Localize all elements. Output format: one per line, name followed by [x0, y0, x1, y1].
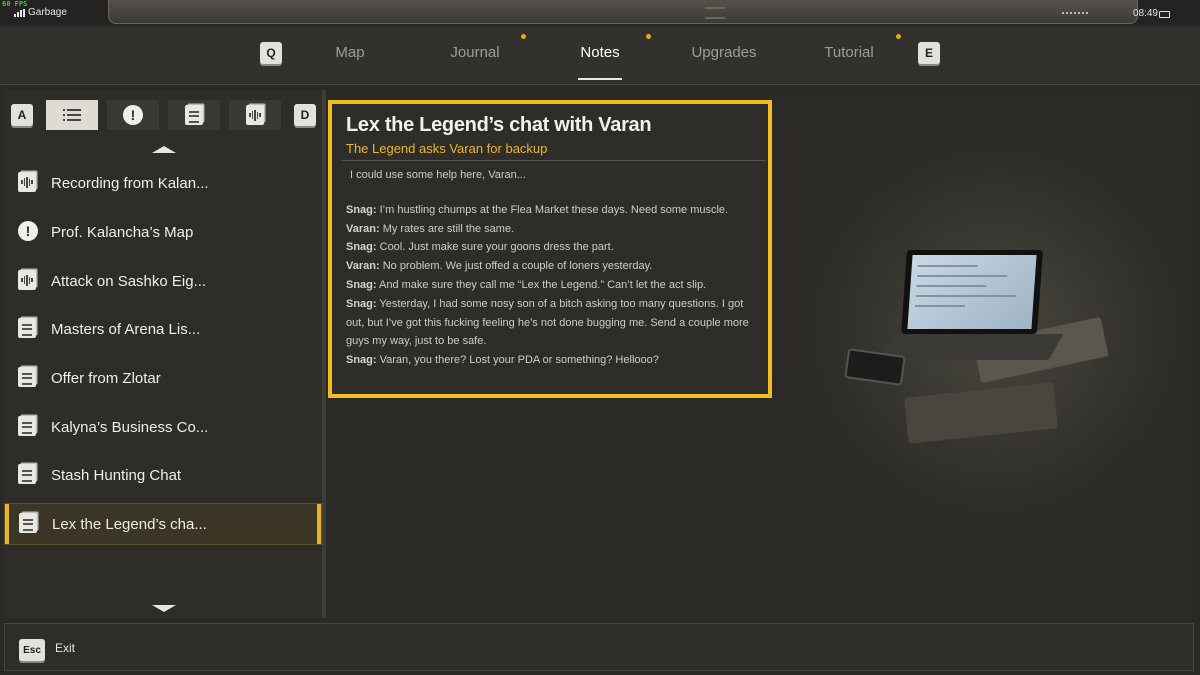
note-item-stash-hunting[interactable]: Stash Hunting Chat	[4, 455, 322, 497]
audio-note-icon	[18, 270, 36, 290]
note-icon	[19, 513, 37, 533]
notes-sidebar: A ! D Recording from Kalan... ! Prof. Ka…	[4, 90, 322, 618]
list-icon	[63, 109, 81, 121]
tutorial-notification-dot	[896, 34, 901, 39]
note-content-area: Lex the Legend’s chat with Varan The Leg…	[326, 90, 1196, 618]
esc-key[interactable]: Esc	[19, 639, 45, 661]
battery-icon	[1159, 11, 1170, 18]
note-panel: Lex the Legend’s chat with Varan The Leg…	[328, 100, 772, 398]
dialogue-line: Snag: And make sure they call me “Lex th…	[346, 276, 756, 295]
speaker-name: Snag:	[346, 354, 377, 367]
note-icon	[18, 367, 36, 387]
speaker-name: Snag:	[346, 241, 377, 254]
tab-upgrades[interactable]: Upgrades	[691, 44, 756, 61]
active-tab-indicator	[578, 78, 622, 80]
status-bar: 60 FPS Garbage 08:49	[0, 0, 1200, 26]
note-item-label: Lex the Legend’s cha...	[52, 516, 207, 533]
grip-icon	[705, 7, 725, 19]
dialogue-text: Yesterday, I had some nosy son of a bitc…	[346, 297, 749, 348]
note-icon	[18, 318, 36, 338]
note-item-label: Attack on Sashko Eig...	[51, 273, 207, 290]
note-item-label: Prof. Kalancha’s Map	[51, 224, 194, 241]
tab-notes[interactable]: Notes	[580, 44, 619, 61]
tab-tutorial[interactable]: Tutorial	[824, 44, 873, 61]
dialogue-text: No problem. We just offed a couple of lo…	[379, 260, 653, 273]
filter-audio-button[interactable]	[229, 100, 281, 130]
note-item-label: Stash Hunting Chat	[51, 467, 182, 484]
next-tab-key[interactable]: E	[918, 42, 940, 64]
signal-icon	[14, 8, 25, 17]
notes-notification-dot	[646, 34, 651, 39]
scroll-down-arrow-icon[interactable]	[152, 605, 176, 612]
illustration-laptop	[901, 250, 1043, 334]
device-bezel	[108, 0, 1138, 24]
dialogue-line: Snag: Yesterday, I had some nosy son of …	[346, 295, 756, 351]
dialogue-line: Snag: Cool. Just make sure your goons dr…	[346, 238, 756, 257]
audio-note-icon	[246, 105, 264, 125]
filter-all-button[interactable]	[46, 100, 98, 130]
dialogue-text: Varan, you there? Lost your PDA or somet…	[376, 354, 659, 367]
dialogue-line: Varan: No problem. We just offed a coupl…	[346, 257, 756, 276]
note-item-recording-kalancha[interactable]: Recording from Kalan...	[4, 163, 322, 205]
exit-button[interactable]: Exit	[55, 641, 75, 655]
note-item-masters-arena[interactable]: Masters of Arena Lis...	[4, 309, 322, 351]
note-item-label: Offer from Zlotar	[51, 370, 161, 387]
footer-bar: Esc Exit	[4, 623, 1194, 671]
carrier-info: Garbage	[14, 7, 67, 18]
note-item-offer-zlotar[interactable]: Offer from Zlotar	[4, 358, 322, 400]
dialogue-line: Snag: I’m hustling chumps at the Flea Ma…	[346, 201, 756, 220]
note-item-label: Masters of Arena Lis...	[51, 321, 201, 338]
dialogue-line: Snag: Varan, you there? Lost your PDA or…	[346, 351, 756, 370]
dialogue-text: My rates are still the same.	[379, 222, 515, 235]
note-icon	[185, 105, 203, 125]
dialogue-line: Varan: My rates are still the same.	[346, 220, 756, 239]
dots-icon	[1062, 12, 1088, 16]
dialogue-text: Cool. Just make sure your goons dress th…	[376, 241, 614, 254]
note-item-label: Kalyna’s Business Co...	[51, 419, 209, 436]
note-item-kalancha-map[interactable]: ! Prof. Kalancha’s Map	[4, 212, 322, 254]
note-icon	[18, 464, 36, 484]
note-subtitle: The Legend asks Varan for backup	[346, 141, 548, 156]
note-item-kalyna-business[interactable]: Kalyna’s Business Co...	[4, 407, 322, 449]
dialogue-text: I’m hustling chumps at the Flea Market t…	[376, 203, 729, 216]
carrier-name: Garbage	[28, 7, 67, 18]
prev-tab-key[interactable]: Q	[260, 42, 282, 64]
clock: 08:49	[1132, 8, 1158, 19]
scroll-up-arrow-icon[interactable]	[152, 146, 176, 153]
illustration-laptop-keyboard	[878, 334, 1064, 360]
filter-notes-button[interactable]	[168, 100, 220, 130]
note-body: I could use some help here, Varan... Sna…	[346, 166, 756, 370]
dialogue-text: And make sure they call me “Lex the Lege…	[376, 278, 707, 291]
journal-notification-dot	[521, 34, 526, 39]
prev-filter-key[interactable]: A	[11, 104, 33, 126]
tab-journal[interactable]: Journal	[450, 44, 499, 61]
exclamation-icon: !	[123, 105, 143, 125]
tab-map[interactable]: Map	[335, 44, 364, 61]
speaker-name: Snag:	[346, 278, 377, 291]
audio-note-icon	[18, 172, 36, 192]
note-item-label: Recording from Kalan...	[51, 175, 209, 192]
filter-important-button[interactable]: !	[107, 100, 159, 130]
filter-bar: A ! D	[4, 90, 322, 138]
note-divider	[342, 160, 766, 161]
note-item-attack-sashko[interactable]: Attack on Sashko Eig...	[4, 261, 322, 303]
speaker-name: Snag:	[346, 203, 377, 216]
note-item-lex-legend[interactable]: Lex the Legend’s cha...	[4, 503, 322, 545]
note-title: Lex the Legend’s chat with Varan	[346, 114, 652, 136]
note-intro: I could use some help here, Varan...	[350, 169, 526, 181]
speaker-name: Snag:	[346, 297, 377, 310]
exclamation-icon: !	[18, 221, 38, 241]
speaker-name: Varan:	[346, 222, 380, 235]
speaker-name: Varan:	[346, 260, 380, 273]
note-icon	[18, 416, 36, 436]
main-nav: Q Map Journal Notes Upgrades Tutorial E	[0, 26, 1200, 85]
next-filter-key[interactable]: D	[294, 104, 316, 126]
